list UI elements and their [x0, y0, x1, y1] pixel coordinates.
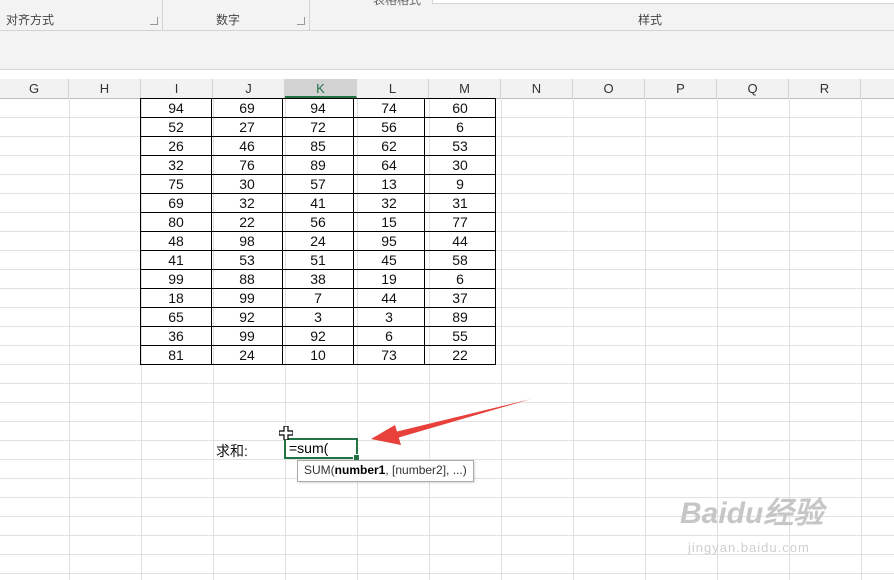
watermark-url: jingyan.baidu.com [688, 540, 810, 555]
baidu-logo-watermark: Baidu经验 [680, 497, 824, 530]
